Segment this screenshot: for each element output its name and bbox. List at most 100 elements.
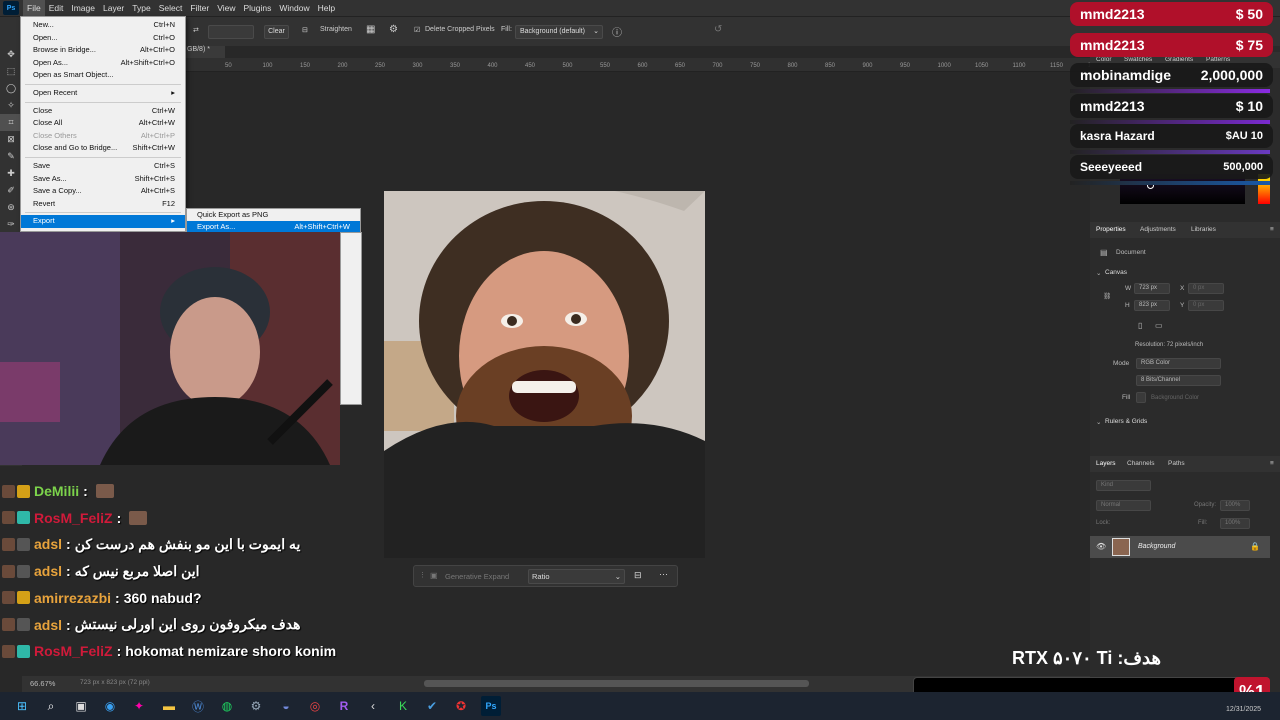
menu-item-close-others[interactable]: Close Others Alt+Ctrl+P [21,130,185,143]
menu-plugins[interactable]: Plugins [239,0,275,16]
menu-item-save[interactable]: Save Ctrl+S [21,160,185,173]
menu-help[interactable]: Help [314,0,339,16]
frame-tool-icon[interactable]: ⊠ [0,131,22,148]
color-picker-field[interactable] [1120,174,1245,204]
rulers-section-chevron-icon[interactable]: ⌄ [1096,418,1101,426]
vpn-app-icon[interactable]: ✔ [422,696,442,716]
layer-name[interactable]: Background [1138,543,1175,550]
copilot-icon[interactable]: ✦ [129,696,149,716]
fill-opacity-field[interactable]: 100% [1220,518,1250,529]
windows-start-icon[interactable]: ⊞ [12,696,32,716]
menu-item-browse-in-bridge[interactable]: Browse in Bridge... Alt+Ctrl+O [21,44,185,57]
menu-window[interactable]: Window [275,0,313,16]
tab-patterns[interactable]: Patterns [1206,56,1230,63]
grid-overlay-icon[interactable]: ▦ [366,24,375,35]
menu-item-close-and-go-to-bridge[interactable]: Close and Go to Bridge... Shift+Ctrl+W [21,142,185,155]
hue-slider[interactable] [1258,174,1270,204]
healing-tool-icon[interactable]: ✚ [0,165,22,182]
lock-icon[interactable]: 🔒 [1250,542,1260,551]
tab-layers[interactable]: Layers [1096,460,1116,467]
menu-item-save-as[interactable]: Save As... Shift+Ctrl+S [21,173,185,186]
horizontal-scrollbar[interactable] [424,680,809,687]
fill-swatch[interactable] [1136,392,1146,403]
delete-cropped-checkbox[interactable]: ☑ [414,26,420,34]
menu-layer[interactable]: Layer [99,0,128,16]
ratio-select[interactable]: Ratio ⌄ [528,569,625,584]
kick-app-icon[interactable]: K [393,696,413,716]
tab-properties[interactable]: Properties [1096,226,1126,233]
straighten-icon[interactable]: ⊟ [634,570,642,581]
r-app-icon[interactable]: R [334,696,354,716]
menu-image[interactable]: Image [67,0,99,16]
panel-menu-icon[interactable]: ≡ [1270,226,1274,233]
tab-adjustments[interactable]: Adjustments [1140,226,1176,233]
ratio-field[interactable] [208,25,254,39]
document-image[interactable] [384,191,705,558]
back-arrow-app-icon[interactable]: ‹ [363,696,383,716]
tab-swatches[interactable]: Swatches [1124,56,1152,63]
drag-handle-icon[interactable]: ⋮ [419,571,426,579]
link-icon[interactable]: ⛓ [1103,292,1111,300]
layer-filter-kind[interactable]: Kind [1096,480,1151,491]
menu-item-close-all[interactable]: Close All Alt+Ctrl+W [21,117,185,130]
tab-paths[interactable]: Paths [1168,460,1185,467]
menu-item-open-as-smart-object[interactable]: Open as Smart Object... [21,69,185,82]
straighten-label[interactable]: Straighten [320,26,352,33]
task-view-icon[interactable]: ▣ [71,696,91,716]
menu-view[interactable]: View [213,0,239,16]
menu-type[interactable]: Type [128,0,154,16]
zoom-level[interactable]: 66.67% [30,679,55,688]
layer-row-background[interactable]: 👁 Background 🔒 [1090,536,1270,558]
spotify-icon[interactable]: ◍ [217,696,237,716]
menu-export-as[interactable]: Export As... Alt+Shift+Ctrl+W [187,221,360,232]
steam-icon[interactable]: ⚙ [246,696,266,716]
menu-item-revert[interactable]: Revert F12 [21,198,185,211]
history-brush-icon[interactable]: ✑ [0,216,22,233]
eye-icon[interactable]: 👁 [1096,542,1106,551]
portrait-orientation-icon[interactable]: ▯ [1138,321,1142,330]
tab-channels[interactable]: Channels [1127,460,1154,467]
mode-select[interactable]: RGB Color [1136,358,1221,369]
menu-file[interactable]: File [23,0,45,16]
clear-button[interactable]: Clear [264,25,289,39]
menu-item-open-as[interactable]: Open As... Alt+Shift+Ctrl+O [21,57,185,70]
lasso-tool-icon[interactable]: ◯ [0,80,22,97]
swap-icon[interactable]: ⇄ [193,26,199,34]
wordpress-icon[interactable]: Ⓦ [188,696,208,716]
menu-item-open-recent[interactable]: Open Recent ▸ [21,87,185,100]
rulers-section-title[interactable]: Rulers & Grids [1105,418,1147,425]
reset-icon[interactable]: ↺ [714,24,722,35]
menu-edit[interactable]: Edit [45,0,68,16]
stamp-tool-icon[interactable]: ⊛ [0,199,22,216]
menu-item-close[interactable]: Close Ctrl+W [21,105,185,118]
blend-mode-select[interactable]: Normal [1096,500,1151,511]
crop-tool-icon[interactable]: ⌗ [0,114,22,131]
menu-quick-export-png[interactable]: Quick Export as PNG [187,209,360,222]
tab-gradients[interactable]: Gradients [1165,56,1193,63]
opacity-field[interactable]: 100% [1220,500,1250,511]
brush-tool-icon[interactable]: ✐ [0,182,22,199]
canvas-section-chevron-icon[interactable]: ⌄ [1096,269,1101,277]
tab-libraries[interactable]: Libraries [1191,226,1216,233]
menu-select[interactable]: Select [155,0,187,16]
tab-color[interactable]: Color [1096,56,1112,63]
menu-item-save-a-copy[interactable]: Save a Copy... Alt+Ctrl+S [21,185,185,198]
eyedropper-tool-icon[interactable]: ✎ [0,148,22,165]
height-field[interactable]: 823 px [1134,300,1170,311]
canvas-section-title[interactable]: Canvas [1105,269,1127,276]
chrome-icon[interactable]: ◎ [305,696,325,716]
generative-expand-button[interactable]: Generative Expand [445,572,509,581]
menu-filter[interactable]: Filter [186,0,213,16]
magic-wand-tool-icon[interactable]: ✧ [0,97,22,114]
y-field[interactable]: 0 px [1188,300,1224,311]
panel-menu-icon[interactable]: ≡ [1270,460,1274,467]
menu-item-new[interactable]: New... Ctrl+N [21,19,185,32]
search-icon[interactable]: ⌕ [41,696,61,716]
marquee-tool-icon[interactable]: ⬚ [0,63,22,80]
more-options-button[interactable]: ··· [659,569,668,579]
recording-app-icon[interactable]: ✪ [451,696,471,716]
straighten-icon[interactable]: ⊟ [302,26,308,34]
edge-icon[interactable]: ◉ [100,696,120,716]
bit-depth-select[interactable]: 8 Bits/Channel [1136,375,1221,386]
gear-icon[interactable]: ⚙ [389,24,398,35]
